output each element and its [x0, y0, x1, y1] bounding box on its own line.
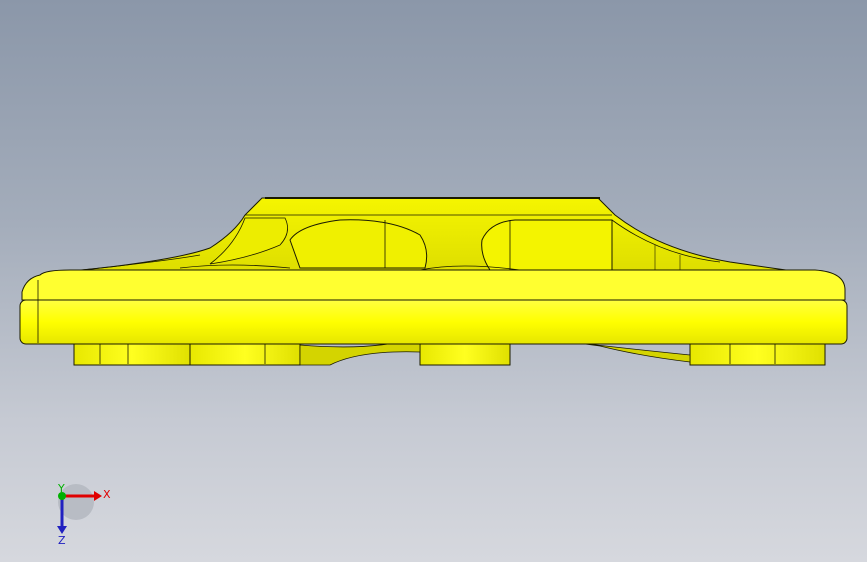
part-model[interactable]: [0, 0, 867, 562]
graphics-viewport[interactable]: X Z Y: [0, 0, 867, 562]
z-axis-arrow: [57, 526, 67, 534]
hub-cutout-right: [481, 219, 613, 271]
y-axis-label: Y: [57, 482, 65, 495]
rim: [19, 269, 848, 345]
x-axis-label: X: [103, 488, 111, 501]
orientation-triad: X Z Y: [57, 482, 111, 547]
hub-body: [59, 197, 801, 273]
rim-side-face: [19, 299, 848, 345]
hub: [59, 197, 801, 273]
x-axis-arrow: [94, 491, 102, 501]
z-axis-label: Z: [58, 534, 66, 547]
rim-top-face: [21, 269, 846, 301]
